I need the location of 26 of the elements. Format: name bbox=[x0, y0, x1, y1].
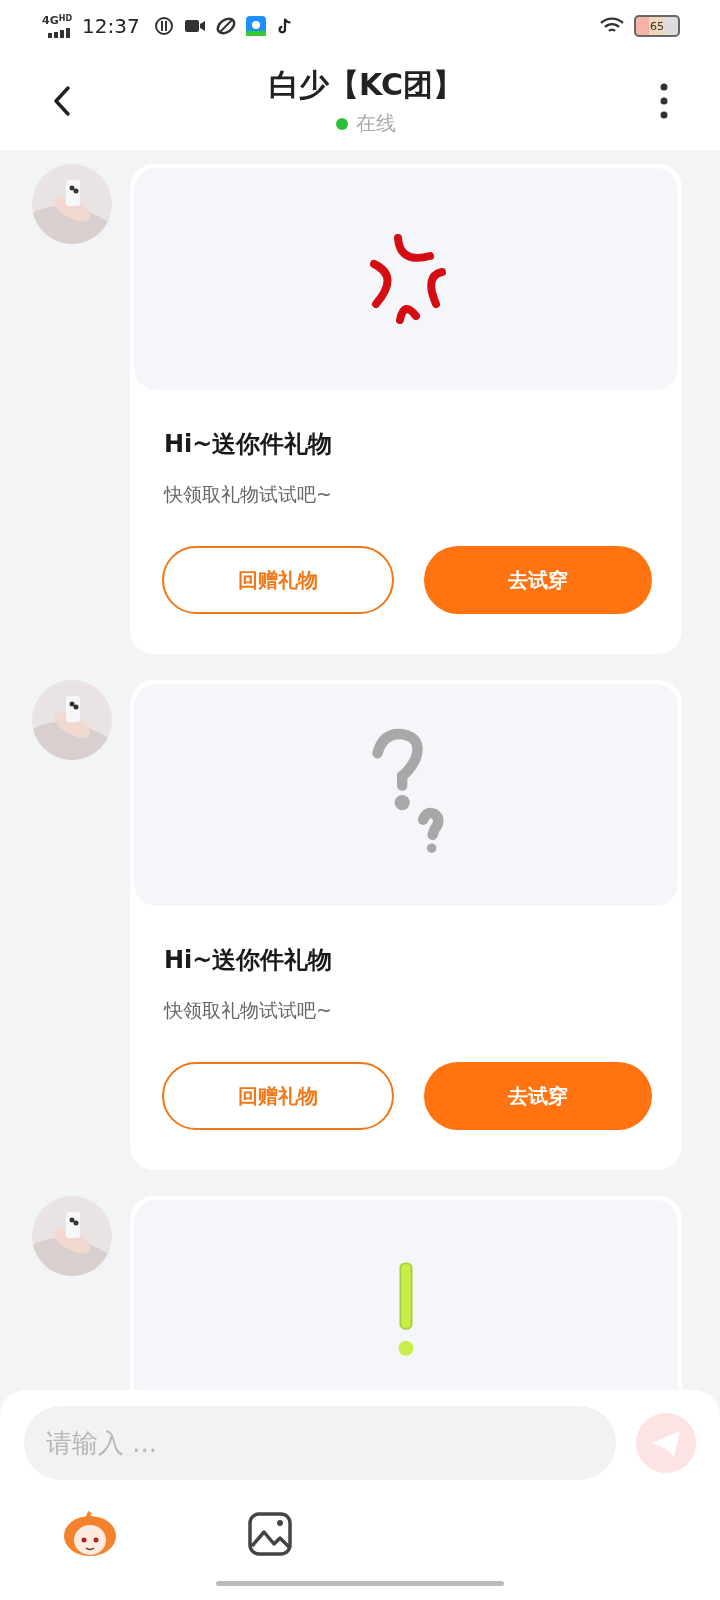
leaf-icon bbox=[215, 16, 236, 36]
hd-label: HD bbox=[58, 14, 73, 23]
network-label: 4G bbox=[42, 14, 59, 27]
signal-icon bbox=[48, 28, 73, 38]
send-icon[interactable] bbox=[636, 1413, 696, 1473]
battery-icon: 65 bbox=[634, 15, 680, 37]
presence-status: 在线 bbox=[356, 110, 396, 137]
mascot-icon[interactable] bbox=[62, 1510, 118, 1558]
back-icon[interactable] bbox=[52, 85, 72, 117]
notification-icon bbox=[153, 16, 174, 36]
try-on-button[interactable]: 去试穿 bbox=[424, 546, 652, 614]
gift-title: Hi~送你件礼物 bbox=[164, 429, 334, 460]
home-indicator[interactable] bbox=[216, 1581, 504, 1586]
gift-title: Hi~送你件礼物 bbox=[164, 945, 334, 976]
app-icon bbox=[245, 16, 266, 36]
gift-subtitle: 快领取礼物试试吧~ bbox=[164, 482, 333, 507]
return-gift-button[interactable]: 回赠礼物 bbox=[162, 546, 394, 614]
image-icon[interactable] bbox=[248, 1512, 292, 1556]
more-icon[interactable] bbox=[660, 83, 668, 119]
clock: 12:37 bbox=[82, 14, 140, 38]
try-on-button[interactable]: 去试穿 bbox=[424, 1062, 652, 1130]
gift-subtitle: 快领取礼物试试吧~ bbox=[164, 998, 333, 1023]
chat-title: 白少【KC团】 bbox=[269, 66, 463, 104]
return-gift-button[interactable]: 回赠礼物 bbox=[162, 1062, 394, 1130]
video-icon bbox=[183, 18, 206, 34]
message-input[interactable]: 请输入 ... bbox=[24, 1406, 616, 1480]
